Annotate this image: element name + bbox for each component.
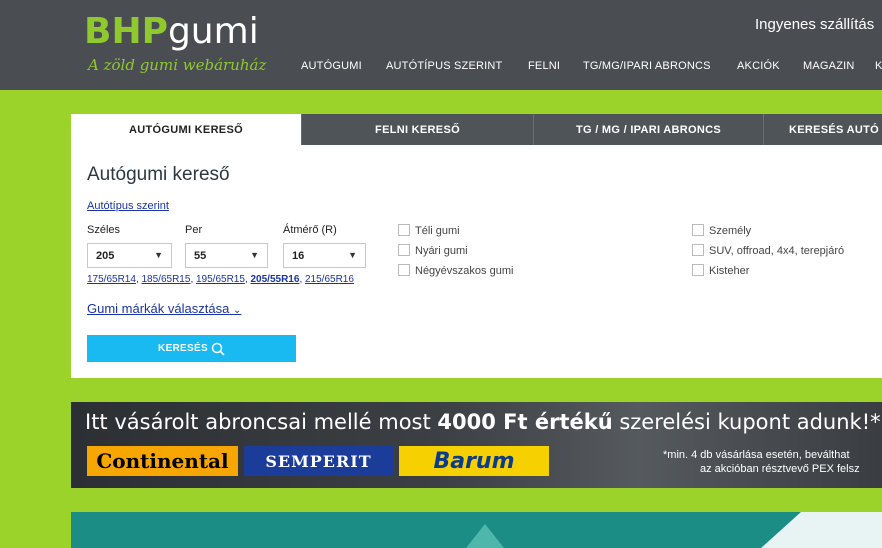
- promo-text-bold: 4000 Ft értékű: [437, 410, 613, 434]
- chevron-down-icon: ▼: [348, 250, 357, 260]
- diameter-label: Átmérő (R): [283, 224, 337, 236]
- fine-print-line: az akcióban résztvevő PEX felsz: [700, 463, 860, 475]
- profile-label: Per: [185, 224, 203, 236]
- quick-size-link[interactable]: 185/65R15: [142, 274, 191, 285]
- site-header: BHPgumi A zöld gumi webáruház Ingyenes s…: [0, 0, 882, 90]
- quick-size-link-selected[interactable]: 205/55R16: [251, 274, 300, 285]
- logo-bhp: BHP: [84, 11, 168, 52]
- brand-selection-link[interactable]: Gumi márkák választása ⌄: [87, 301, 241, 316]
- season-allseason-checkbox[interactable]: Négyévszakos gumi: [398, 264, 513, 277]
- search-panel: AUTÓGUMI KERESŐ FELNI KERESŐ TG / MG / I…: [71, 114, 882, 378]
- car-type-link[interactable]: Autótípus szerint: [87, 200, 169, 212]
- chevron-down-icon: ▼: [154, 250, 163, 260]
- tagline: A zöld gumi webáruház: [88, 56, 267, 74]
- vehicle-label: SUV, offroad, 4x4, terepjáró: [709, 245, 845, 257]
- promo-text-start: Itt vásárolt abroncsai mellé most: [85, 410, 438, 434]
- search-button-label: KERESÉS: [158, 343, 208, 354]
- checkbox-box: [398, 224, 410, 236]
- quick-size-link[interactable]: 215/65R16: [305, 274, 354, 285]
- vehicle-suv-checkbox[interactable]: SUV, offroad, 4x4, terepjáró: [692, 244, 844, 257]
- search-icon: [211, 342, 225, 356]
- profile-value: 55: [194, 250, 207, 262]
- nav-akciok[interactable]: AKCIÓK: [737, 60, 780, 72]
- season-label: Téli gumi: [415, 225, 460, 237]
- promo-banner[interactable]: Itt vásárolt abroncsai mellé most 4000 F…: [71, 402, 882, 488]
- promo-fine-print: *min. 4 db vásárlása esetén, beválthat a…: [663, 448, 860, 476]
- season-summer-checkbox[interactable]: Nyári gumi: [398, 244, 468, 257]
- quick-size-link[interactable]: 175/65R14: [87, 274, 136, 285]
- diameter-select[interactable]: 16 ▼: [283, 243, 366, 268]
- nav-felni[interactable]: FELNI: [528, 60, 560, 72]
- profile-select[interactable]: 55 ▼: [185, 243, 268, 268]
- barum-logo: Barum: [399, 446, 549, 476]
- brand-selection-label: Gumi márkák választása: [87, 301, 230, 316]
- tab-felni-kereso[interactable]: FELNI KERESŐ: [301, 114, 533, 145]
- season-winter-checkbox[interactable]: Téli gumi: [398, 224, 460, 237]
- vehicle-label: Kisteher: [709, 265, 750, 277]
- banner-graphic: [466, 512, 882, 548]
- checkbox-box: [692, 264, 704, 276]
- search-tabs: AUTÓGUMI KERESŐ FELNI KERESŐ TG / MG / I…: [71, 114, 882, 145]
- semperit-logo: SEMPERIT: [244, 446, 393, 476]
- nav-magazin[interactable]: MAGAZIN: [803, 60, 855, 72]
- checkbox-box: [398, 264, 410, 276]
- chevron-down-icon: ⌄: [232, 305, 242, 316]
- season-label: Négyévszakos gumi: [415, 265, 514, 277]
- secondary-banner[interactable]: [71, 512, 882, 548]
- free-shipping-text: Ingyenes szállítás: [755, 16, 875, 33]
- vehicle-label: Személy: [709, 225, 752, 237]
- chevron-down-icon: ▼: [250, 250, 259, 260]
- checkbox-box: [398, 244, 410, 256]
- checkbox-box: [692, 224, 704, 236]
- tab-kereses-auto[interactable]: KERESÉS AUTÓ: [763, 114, 882, 145]
- quick-sizes: 175/65R14, 185/65R15, 195/65R15, 205/55R…: [87, 274, 354, 285]
- logo-gumi: gumi: [167, 11, 259, 52]
- vehicle-personal-checkbox[interactable]: Személy: [692, 224, 751, 237]
- nav-autotipus[interactable]: AUTÓTÍPUS SZERINT: [386, 60, 502, 72]
- promo-text-end: szerelési kupont adunk!*: [612, 410, 881, 434]
- width-select[interactable]: 205 ▼: [87, 243, 172, 268]
- width-value: 205: [96, 250, 115, 262]
- nav-more[interactable]: K: [875, 60, 882, 72]
- continental-logo: Continental: [87, 446, 238, 476]
- search-button[interactable]: KERESÉS: [87, 335, 296, 362]
- tab-autogumi-kereso[interactable]: AUTÓGUMI KERESŐ: [71, 114, 301, 145]
- nav-tg-mg-ipari[interactable]: TG/MG/IPARI ABRONCS: [583, 60, 711, 72]
- season-label: Nyári gumi: [415, 245, 468, 257]
- tab-tg-mg-ipari[interactable]: TG / MG / IPARI ABRONCS: [533, 114, 763, 145]
- checkbox-box: [692, 244, 704, 256]
- vehicle-van-checkbox[interactable]: Kisteher: [692, 264, 749, 277]
- promo-headline: Itt vásárolt abroncsai mellé most 4000 F…: [85, 410, 881, 434]
- site-logo[interactable]: BHPgumi: [84, 14, 259, 50]
- page-title: Autógumi kereső: [87, 164, 230, 185]
- nav-autogumi[interactable]: AUTÓGUMI: [301, 60, 362, 72]
- fine-print-line: *min. 4 db vásárlása esetén, beválthat: [663, 449, 850, 461]
- quick-size-link[interactable]: 195/65R15: [196, 274, 245, 285]
- diameter-value: 16: [292, 250, 305, 262]
- width-label: Széles: [87, 224, 121, 236]
